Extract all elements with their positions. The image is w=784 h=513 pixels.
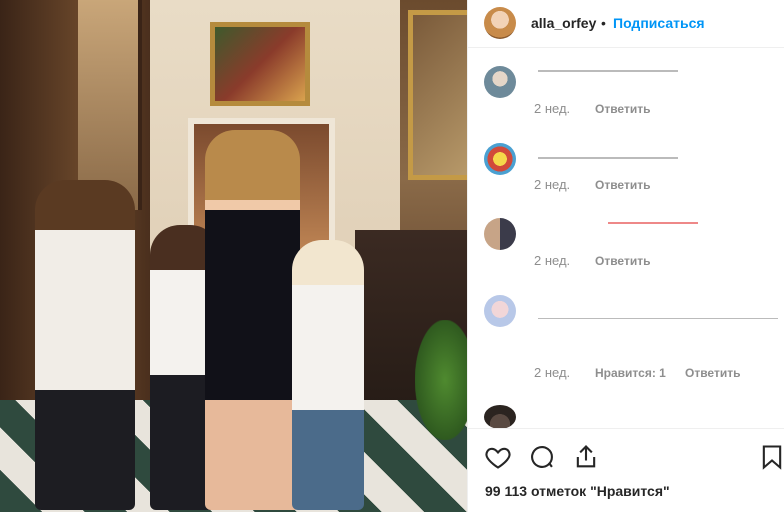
comment-text-redacted — [538, 157, 678, 159]
comment-avatar[interactable] — [484, 295, 516, 327]
comment-time[interactable]: 2 нед. — [534, 365, 570, 380]
post-header: alla_orfey • Подписаться — [468, 0, 784, 48]
photo-person-girl — [292, 240, 364, 510]
comment-avatar[interactable] — [484, 218, 516, 250]
comment-reply-button[interactable]: Ответить — [595, 254, 650, 268]
photo-person-woman — [205, 130, 300, 510]
author-username[interactable]: alla_orfey — [531, 15, 596, 31]
photo-person-boy-left — [35, 180, 135, 510]
follow-button[interactable]: Подписаться — [613, 15, 705, 31]
heart-icon[interactable] — [484, 443, 512, 471]
comment-icon[interactable] — [528, 443, 556, 471]
comment-text-redacted — [538, 318, 778, 319]
likes-count[interactable]: 99 113 отметок "Нравится" — [485, 483, 670, 499]
comment-avatar[interactable] — [484, 66, 516, 98]
comment-reply-button[interactable]: Ответить — [595, 102, 650, 116]
photo-painting-flowers — [210, 22, 310, 106]
comment-reply-button[interactable]: Ответить — [595, 178, 650, 192]
post-sidebar: alla_orfey • Подписаться 2 нед. Ответить… — [467, 0, 784, 513]
comment-time[interactable]: 2 нед. — [534, 253, 570, 268]
comment-text-redacted — [538, 70, 678, 72]
header-separator: • — [601, 15, 606, 31]
comment-avatar[interactable] — [484, 143, 516, 175]
comment-text-redacted — [608, 222, 698, 224]
comment-time[interactable]: 2 нед. — [534, 177, 570, 192]
comment-avatar[interactable] — [484, 405, 516, 429]
comment-reply-button[interactable]: Ответить — [685, 366, 740, 380]
comment-time[interactable]: 2 нед. — [534, 101, 570, 116]
author-avatar[interactable] — [484, 7, 516, 39]
post-actions: 99 113 отметок "Нравится" — [468, 428, 784, 513]
share-icon[interactable] — [572, 443, 600, 471]
post-photo[interactable] — [0, 0, 467, 512]
bookmark-icon[interactable] — [758, 443, 784, 471]
comment-likes-count[interactable]: Нравится: 1 — [595, 366, 666, 380]
photo-painting-right — [408, 10, 467, 180]
photo-window — [78, 0, 142, 210]
photo-plant — [415, 320, 467, 440]
